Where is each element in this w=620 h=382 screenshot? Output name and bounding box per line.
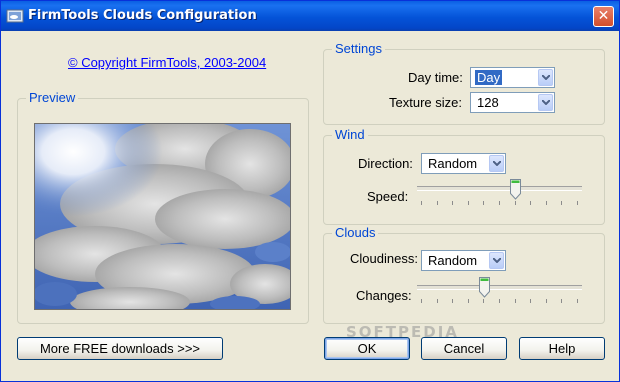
cloud-preview-image xyxy=(34,123,291,310)
texture-size-value: 128 xyxy=(477,95,499,110)
texture-size-label: Texture size: xyxy=(389,95,462,110)
window-title: FirmTools Clouds Configuration xyxy=(28,8,257,23)
preview-group: Preview xyxy=(17,90,309,324)
wind-group: Wind xyxy=(323,127,605,225)
day-time-label: Day time: xyxy=(408,70,463,85)
settings-legend: Settings xyxy=(332,41,385,56)
direction-select[interactable]: Random xyxy=(421,153,506,174)
app-icon xyxy=(6,9,24,23)
cloudiness-value: Random xyxy=(428,253,478,268)
clouds-legend: Clouds xyxy=(332,225,379,240)
day-time-value: Day xyxy=(475,70,503,85)
chevron-down-icon xyxy=(493,258,501,263)
help-button[interactable]: Help xyxy=(519,337,605,360)
dropdown-button[interactable] xyxy=(538,94,553,111)
slider-tick xyxy=(530,299,531,303)
changes-slider-ticks xyxy=(421,299,578,304)
wind-legend: Wind xyxy=(332,127,368,142)
chevron-down-icon xyxy=(542,75,550,80)
configuration-window: FirmTools Clouds Configuration ✕ © Copyr… xyxy=(0,0,620,382)
more-downloads-button[interactable]: More FREE downloads >>> xyxy=(17,337,223,360)
slider-tick xyxy=(452,299,453,303)
changes-slider-thumb[interactable] xyxy=(479,277,490,298)
changes-slider-track[interactable] xyxy=(417,285,582,290)
speed-slider-thumb[interactable] xyxy=(510,179,521,200)
slider-tick xyxy=(561,299,562,303)
slider-tick xyxy=(483,201,484,205)
cloudiness-label: Cloudiness: xyxy=(350,251,418,266)
slider-tick xyxy=(546,299,547,303)
cloudiness-select[interactable]: Random xyxy=(421,250,506,271)
settings-group: Settings xyxy=(323,41,605,125)
direction-label: Direction: xyxy=(358,156,413,171)
slider-tick xyxy=(577,299,578,303)
close-icon: ✕ xyxy=(597,8,610,24)
texture-size-select[interactable]: 128 xyxy=(470,92,555,113)
slider-tick xyxy=(515,201,516,205)
slider-tick xyxy=(530,201,531,205)
slider-tick xyxy=(421,201,422,205)
title-bar[interactable]: FirmTools Clouds Configuration ✕ xyxy=(1,1,619,31)
chevron-down-icon xyxy=(493,161,501,166)
slider-tick xyxy=(561,201,562,205)
speed-label: Speed: xyxy=(367,189,409,204)
chevron-down-icon xyxy=(542,100,550,105)
slider-tick xyxy=(499,201,500,205)
slider-tick xyxy=(546,201,547,205)
direction-value: Random xyxy=(428,156,478,171)
slider-tick xyxy=(437,299,438,303)
slider-tick xyxy=(468,201,469,205)
slider-tick xyxy=(421,299,422,303)
speed-slider-track[interactable] xyxy=(417,186,582,191)
preview-legend: Preview xyxy=(26,90,79,105)
slider-tick xyxy=(437,201,438,205)
day-time-select[interactable]: Day xyxy=(470,67,555,88)
slider-tick xyxy=(452,201,453,205)
speed-slider-ticks xyxy=(421,201,578,206)
changes-label: Changes: xyxy=(356,288,412,303)
slider-tick xyxy=(483,299,484,303)
dropdown-button[interactable] xyxy=(538,69,553,86)
slider-tick xyxy=(577,201,578,205)
slider-tick xyxy=(468,299,469,303)
dropdown-button[interactable] xyxy=(489,252,504,269)
slider-tick xyxy=(515,299,516,303)
watermark: SOFTPEDIA xyxy=(346,323,459,341)
clouds-group: Clouds xyxy=(323,225,605,324)
slider-tick xyxy=(499,299,500,303)
close-button[interactable]: ✕ xyxy=(593,6,614,27)
copyright-link[interactable]: © Copyright FirmTools, 2003-2004 xyxy=(68,55,266,70)
dropdown-button[interactable] xyxy=(489,155,504,172)
